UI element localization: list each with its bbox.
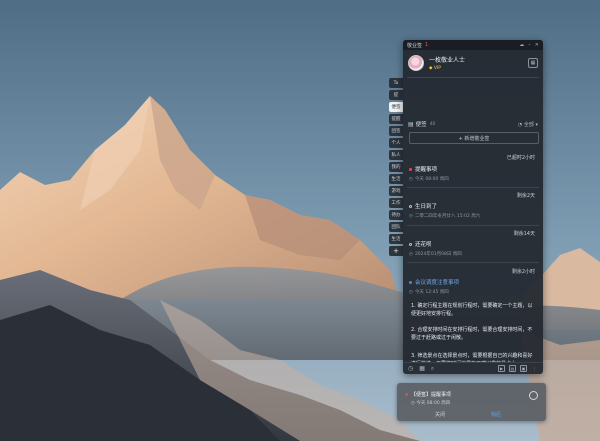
list-header: ▤ 便签 40 ◔ 全部 ▾ <box>408 119 538 129</box>
minimize-icon[interactable]: – <box>528 42 531 48</box>
side-tab[interactable]: 生活 <box>389 174 403 184</box>
calendar-icon[interactable]: ▦ <box>419 365 425 372</box>
list-item[interactable]: 提醒事项 ◷ 今天 08:00 周四 <box>409 165 537 182</box>
search-icon[interactable]: ⌕ <box>431 365 434 373</box>
side-tab[interactable]: 私人 <box>389 150 403 160</box>
item-section-label: 剩余2天 <box>516 193 535 199</box>
clock-icon: ◷ <box>409 251 413 257</box>
play-icon[interactable]: ▶ <box>498 365 505 372</box>
item-meta: 今天 12:45 周四 <box>414 290 449 295</box>
add-tab-button[interactable]: + <box>389 246 403 256</box>
app-title: 敬业签 <box>407 42 423 49</box>
side-tab[interactable]: 生活 <box>389 234 403 244</box>
clock-icon: ◷ <box>409 176 413 182</box>
priority-dot <box>409 280 412 284</box>
divider <box>407 187 539 188</box>
side-tab[interactable]: 便签 <box>389 102 403 112</box>
toast-time: 今天 08:00 周四 <box>416 401 451 406</box>
toast-title: 【便签】提醒事项 <box>411 392 452 398</box>
clock-icon: ◷ <box>409 213 413 219</box>
clock-icon[interactable]: ◷ <box>408 365 413 372</box>
filter-label: 全部 <box>523 121 534 128</box>
side-tab[interactable]: 待办 <box>389 210 403 220</box>
side-tab[interactable]: 我的 <box>389 162 403 172</box>
list-item[interactable]: 会议调度注意事项 ◷ 今天 12:45 周四 <box>409 278 537 295</box>
image-icon[interactable]: ▣ <box>520 365 527 372</box>
divider <box>407 225 539 226</box>
item-title: 会议调度注意事项 <box>415 280 460 286</box>
bullet-dot <box>409 242 412 246</box>
bottom-toolbar: ◷ ▦ ⌕ ▶ ▤ ▣ ⋮ <box>403 362 543 374</box>
item-meta: 今天 08:00 周四 <box>414 177 449 182</box>
reminder-toast: 【便签】提醒事项 ◷ 今天 08:00 周四 关闭 稍后 <box>397 383 546 421</box>
side-tab[interactable]: 提 <box>389 90 403 100</box>
username: 一枚敬业人士 <box>429 57 466 64</box>
vip-badge: ◆ VIP <box>429 66 442 71</box>
item-section-label: 剩余2小时 <box>511 269 535 275</box>
side-tab[interactable]: 团队 <box>389 222 403 232</box>
add-note-button[interactable]: + 新增敬业签 <box>409 132 539 144</box>
divider <box>407 262 539 263</box>
calendar-icon[interactable]: ▦ <box>528 58 538 68</box>
side-tab[interactable]: 个人 <box>389 138 403 148</box>
bullet-dot <box>409 204 412 208</box>
note-paragraph: 2. 合理安排时间在安排行程时，需要合理安排时间，不要过于赶路或过于闲散。 <box>411 327 533 341</box>
item-section-label: 已超时2小时 <box>506 155 535 161</box>
later-button[interactable]: 稍后 <box>491 411 501 418</box>
item-meta: 2024年01月08日 周四 <box>414 252 462 257</box>
note-paragraph: 1. 确定行程主题在规划行程时，需要确定一个主题，以便更好地安排行程。 <box>411 303 533 317</box>
profile-area: 一枚敬业人士 ◆ VIP ▦ <box>408 53 538 73</box>
vip-label: VIP <box>433 66 442 71</box>
notification-count[interactable]: 1 <box>425 42 428 48</box>
priority-dot <box>405 393 408 396</box>
app-panel: 敬业签 1 ☁ – ✕ 一枚敬业人士 ◆ VIP ▦ ▤ 便签 40 ◔ 全部 … <box>403 40 543 374</box>
list-count: 40 <box>429 121 436 127</box>
divider <box>407 77 539 78</box>
side-tab[interactable]: 提醒 <box>389 114 403 124</box>
side-tab[interactable]: Ta <box>389 78 403 88</box>
priority-dot <box>409 167 412 171</box>
item-title: 提醒事项 <box>415 167 438 173</box>
close-icon[interactable]: ✕ <box>535 42 539 48</box>
avatar[interactable] <box>408 55 424 71</box>
filter-dropdown[interactable]: ◔ 全部 ▾ <box>518 121 538 128</box>
item-section-label: 剩余14天 <box>513 231 535 237</box>
side-tab[interactable]: 团签 <box>389 126 403 136</box>
item-meta: 二零二四年冬月廿八 15:02 周六 <box>414 214 481 219</box>
more-icon[interactable]: ⋮ <box>531 365 538 372</box>
note-paragraph: 3. 筛选景点在选择景点时，需要根据自己的兴趣和喜好进行筛选，不要将时间浪费在不… <box>411 353 533 362</box>
cloud-icon[interactable]: ☁ <box>519 42 524 48</box>
close-button[interactable]: 关闭 <box>435 411 445 418</box>
side-tab[interactable]: 工作 <box>389 198 403 208</box>
item-title: 还花呗 <box>415 242 432 248</box>
title-bar[interactable]: 敬业签 1 ☁ – ✕ <box>403 40 543 50</box>
complete-radio[interactable] <box>529 391 538 400</box>
layout-icon[interactable]: ▤ <box>509 365 516 372</box>
list-name[interactable]: 便签 <box>416 120 427 128</box>
note-list-icon: ▤ <box>408 120 414 128</box>
list-item[interactable]: 还花呗 ◷ 2024年01月08日 周四 <box>409 240 537 257</box>
item-title: 生日到了 <box>415 204 438 210</box>
side-tab[interactable]: 游戏 <box>389 186 403 196</box>
list-item[interactable]: 生日到了 ◷ 二零二四年冬月廿八 15:02 周六 <box>409 202 537 219</box>
clock-icon: ◷ <box>409 289 413 295</box>
